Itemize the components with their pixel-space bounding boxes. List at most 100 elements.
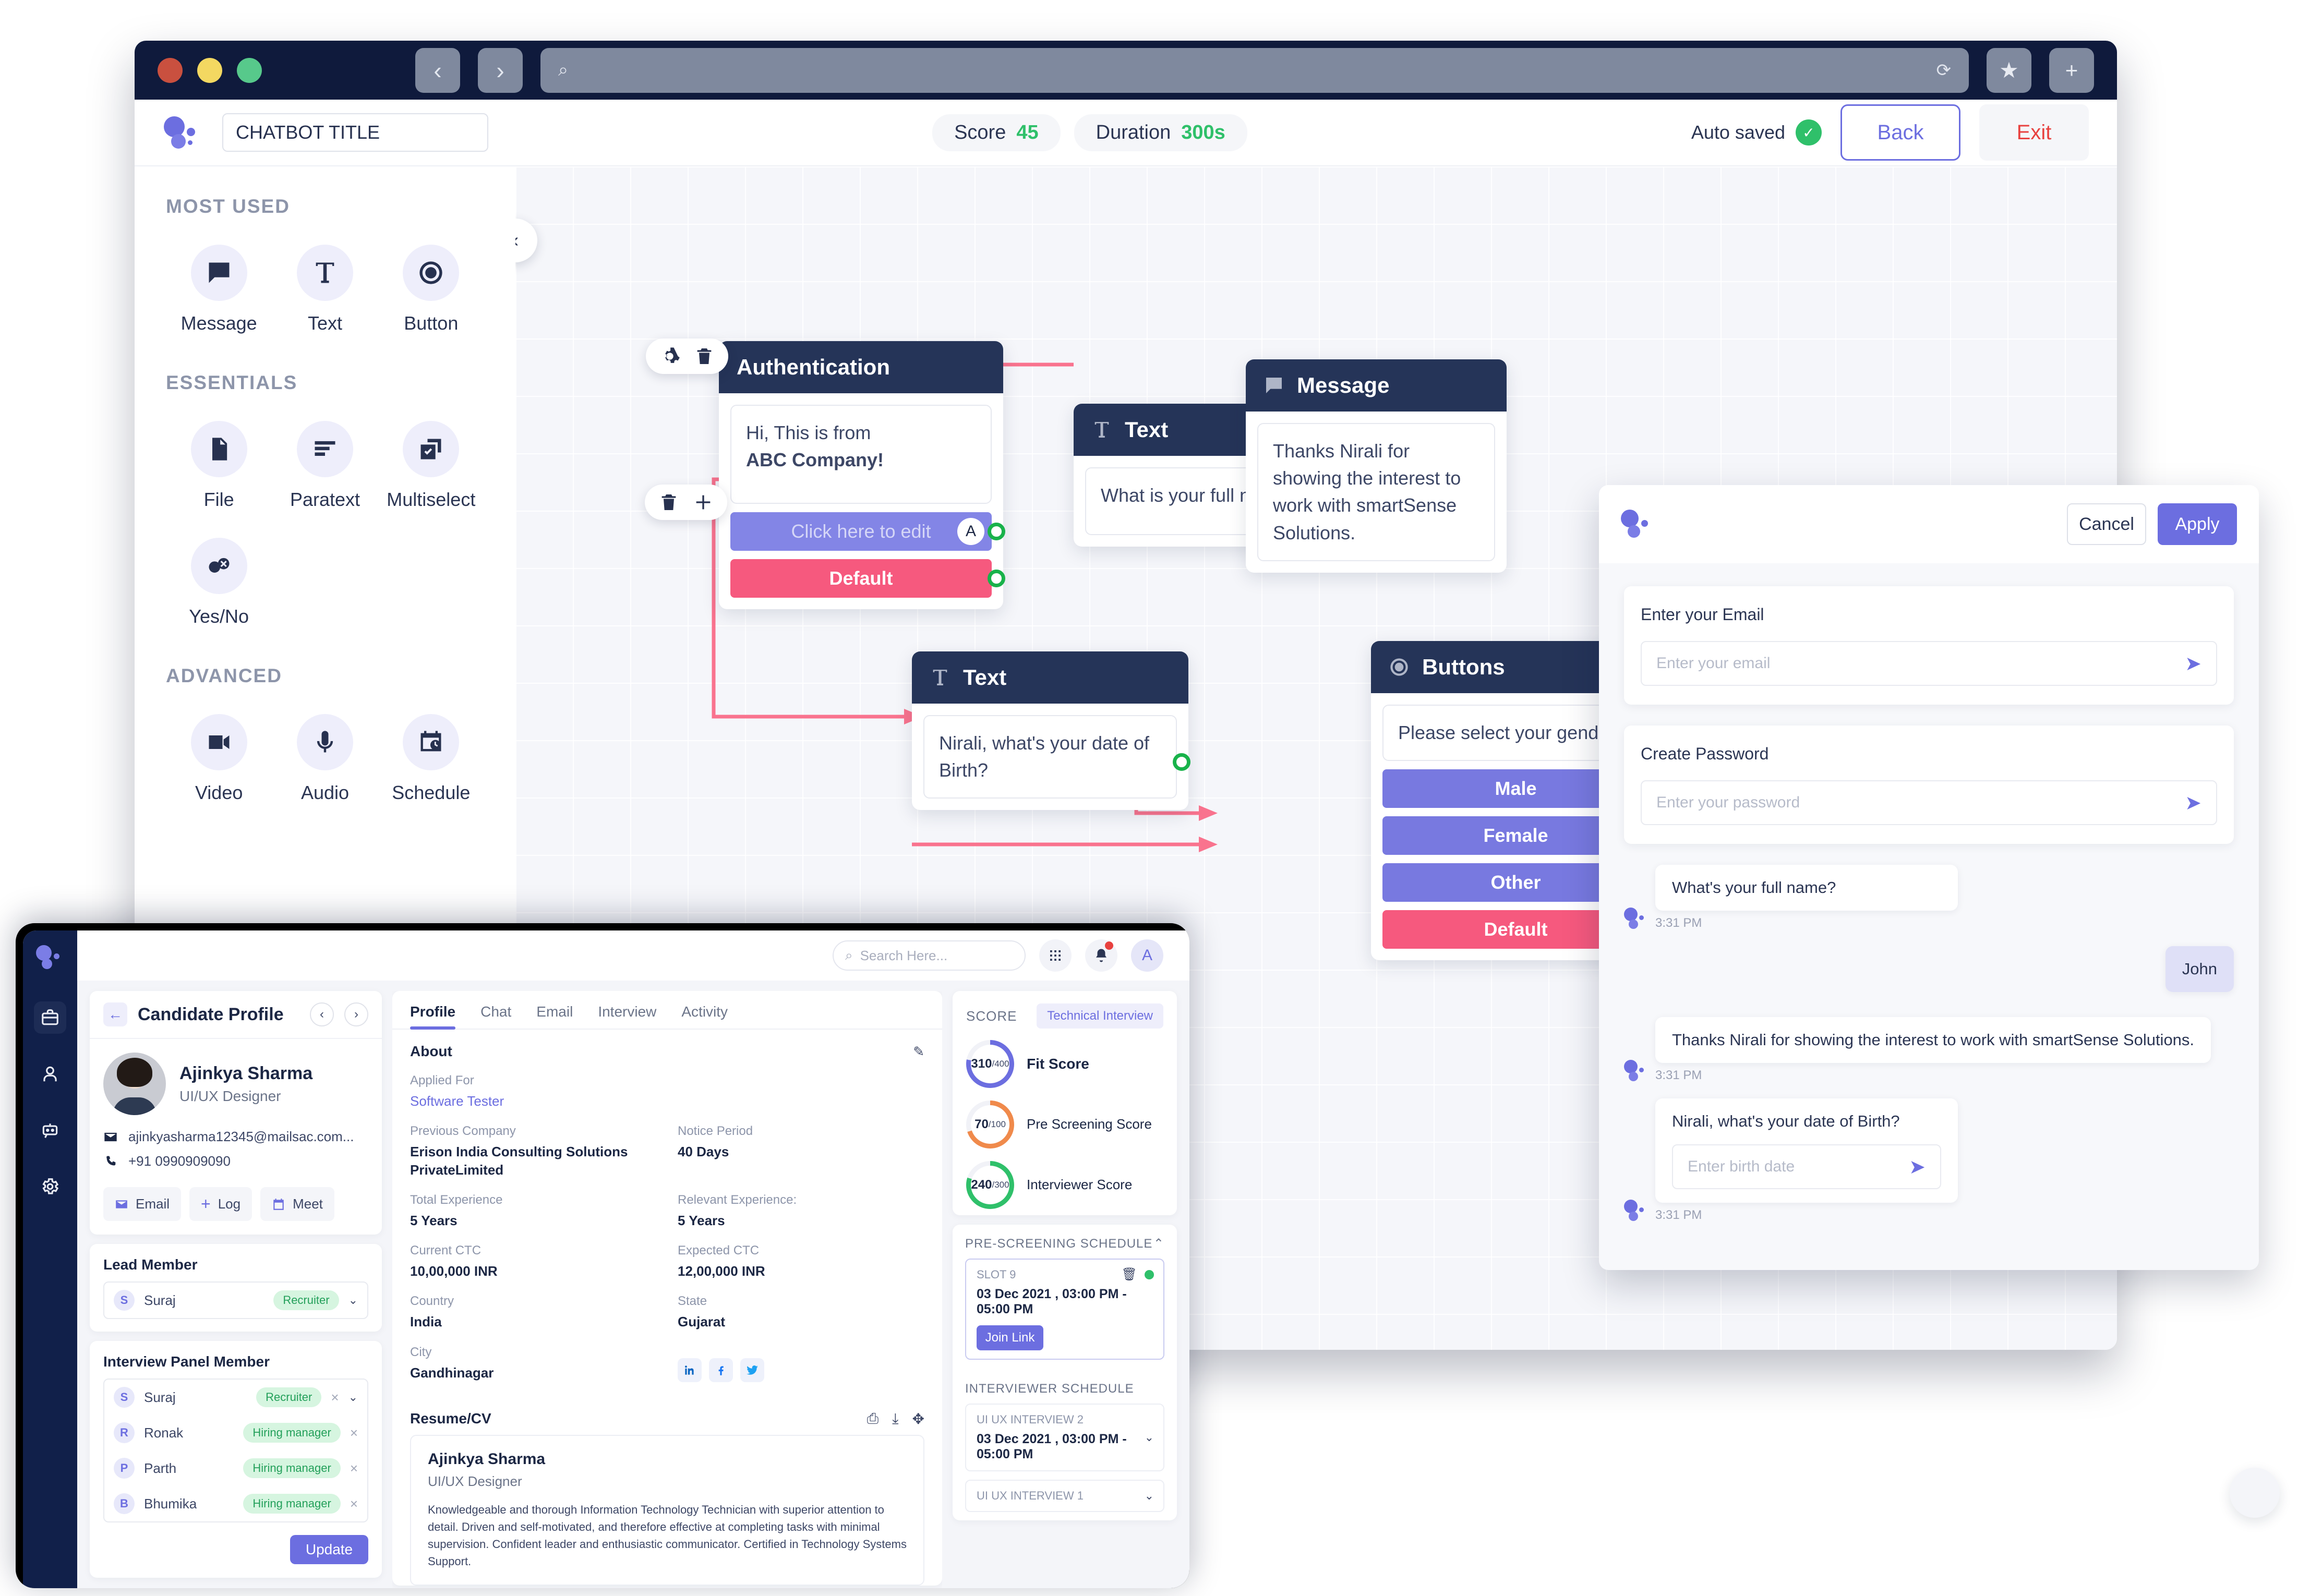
- update-button[interactable]: Update: [290, 1535, 368, 1564]
- node-toolbar-settings[interactable]: [646, 338, 728, 374]
- collapse-panel-button[interactable]: ‹: [515, 219, 537, 262]
- palette-item-label: Multiselect: [387, 489, 476, 510]
- palette-item-message[interactable]: Message: [166, 245, 272, 334]
- linkedin-icon[interactable]: [678, 1358, 702, 1382]
- chatbot-title-input[interactable]: [222, 113, 488, 152]
- back-button[interactable]: Back: [1840, 104, 1960, 161]
- apps-grid-button[interactable]: [1039, 939, 1072, 972]
- exit-button[interactable]: Exit: [1979, 104, 2089, 161]
- tab-profile[interactable]: Profile: [410, 1003, 456, 1030]
- birthdate-input[interactable]: Enter birth date ➤: [1672, 1144, 1941, 1189]
- rail-item-jobs[interactable]: [34, 1001, 66, 1034]
- join-link-button[interactable]: Join Link: [977, 1325, 1043, 1350]
- node-text-content[interactable]: Nirali, what's your date of Birth?: [923, 715, 1177, 799]
- notifications-button[interactable]: [1085, 939, 1117, 972]
- list-item[interactable]: B Bhumika Hiring manager ×: [104, 1486, 367, 1521]
- field-value[interactable]: Software Tester: [410, 1092, 657, 1110]
- palette-item-audio[interactable]: Audio: [272, 714, 378, 804]
- close-window-dot[interactable]: [158, 57, 183, 83]
- remove-icon[interactable]: ×: [350, 1496, 358, 1512]
- new-tab-plus-icon[interactable]: +: [2049, 47, 2094, 93]
- user-icon: [43, 1066, 57, 1082]
- tab-interview[interactable]: Interview: [598, 1003, 656, 1029]
- list-item[interactable]: P Parth Hiring manager ×: [104, 1450, 367, 1486]
- prescreening-header[interactable]: PRE-SCREENING SCHEDULE ⌃: [953, 1225, 1177, 1259]
- node-text-content[interactable]: Hi, This is from ABC Company!: [730, 405, 992, 504]
- rail-item-candidates[interactable]: [34, 1058, 66, 1090]
- palette-item-text[interactable]: Text: [272, 245, 378, 334]
- email-input[interactable]: Enter your email ➤: [1641, 641, 2217, 686]
- browser-back-button[interactable]: ‹: [415, 47, 460, 93]
- minimize-window-dot[interactable]: [197, 57, 222, 83]
- palette-item-yesno[interactable]: Yes/No: [166, 538, 272, 627]
- search-input[interactable]: ⌕ Search Here...: [833, 940, 1026, 971]
- twitter-icon[interactable]: [740, 1358, 764, 1382]
- cancel-button[interactable]: Cancel: [2067, 503, 2146, 545]
- palette-item-button[interactable]: Button: [378, 245, 484, 334]
- browser-url-bar[interactable]: ⌕ ⟳: [540, 47, 1969, 93]
- palette-item-multiselect[interactable]: Multiselect: [378, 421, 484, 511]
- send-icon[interactable]: ➤: [2185, 652, 2201, 675]
- reload-icon[interactable]: ⟳: [1936, 60, 1952, 81]
- browser-forward-button[interactable]: ›: [478, 47, 523, 93]
- remove-icon[interactable]: ×: [350, 1460, 358, 1477]
- node-text-content[interactable]: Thanks Nirali for showing the interest t…: [1257, 423, 1495, 561]
- chevron-down-icon[interactable]: ⌄: [348, 1391, 358, 1404]
- window-controls[interactable]: [158, 57, 262, 83]
- expand-icon[interactable]: ✥: [912, 1410, 924, 1428]
- tab-activity[interactable]: Activity: [681, 1003, 728, 1029]
- print-icon[interactable]: ⎙: [867, 1410, 879, 1428]
- node-authentication[interactable]: Authentication Hi, This is from ABC Compa…: [719, 341, 1005, 609]
- email-action-button[interactable]: Email: [103, 1187, 182, 1221]
- palette-item-file[interactable]: File: [166, 421, 272, 511]
- output-port[interactable]: [988, 570, 1005, 587]
- rail-item-settings[interactable]: [34, 1170, 66, 1203]
- node-option-edit[interactable]: Click here to edit A: [730, 512, 1005, 551]
- log-action-button[interactable]: + Log: [189, 1187, 252, 1221]
- palette-item-paratext[interactable]: Paratext: [272, 421, 378, 511]
- prescreening-slot[interactable]: 🗑 SLOT 9 03 Dec 2021 , 03:00 PM - 05:00 …: [965, 1259, 1164, 1360]
- tab-email[interactable]: Email: [536, 1003, 573, 1029]
- meet-action-button[interactable]: Meet: [260, 1187, 334, 1221]
- download-icon[interactable]: ⤓: [892, 1410, 898, 1428]
- back-arrow-icon[interactable]: ←: [103, 1002, 127, 1026]
- prev-candidate-button[interactable]: ‹: [310, 1002, 334, 1026]
- remove-icon[interactable]: ×: [331, 1389, 339, 1406]
- user-avatar[interactable]: A: [1131, 939, 1163, 972]
- chevron-down-icon[interactable]: ⌄: [1145, 1489, 1154, 1503]
- tab-chat[interactable]: Chat: [480, 1003, 511, 1029]
- send-icon[interactable]: ➤: [1909, 1155, 1926, 1179]
- interview-schedule-row[interactable]: UI UX INTERVIEW 1 ⌄: [965, 1480, 1164, 1512]
- edit-pencil-icon[interactable]: ✎: [913, 1044, 924, 1060]
- list-item[interactable]: S Suraj Recruiter ⌄: [104, 1283, 367, 1318]
- node-text-2[interactable]: Text Nirali, what's your date of Birth?: [912, 651, 1190, 811]
- interview-schedule-row[interactable]: UI UX INTERVIEW 2 03 Dec 2021 , 03:00 PM…: [965, 1404, 1164, 1471]
- output-port[interactable]: [1173, 753, 1190, 771]
- floating-action-button[interactable]: [2230, 1468, 2280, 1518]
- resume-preview: Ajinkya Sharma UI/UX Designer Knowledgea…: [410, 1434, 924, 1586]
- chevron-down-icon[interactable]: ⌄: [1145, 1431, 1154, 1444]
- node-message[interactable]: Message Thanks Nirali for showing the in…: [1246, 359, 1507, 573]
- palette-item-schedule[interactable]: Schedule: [378, 714, 484, 804]
- send-icon[interactable]: ➤: [2185, 791, 2201, 815]
- chevron-down-icon[interactable]: ⌄: [348, 1293, 358, 1307]
- field-value: 40 Days: [678, 1144, 729, 1160]
- output-port[interactable]: [988, 523, 1005, 540]
- node-toolbar-add[interactable]: [645, 485, 727, 520]
- trash-icon[interactable]: 🗑: [1122, 1267, 1137, 1282]
- interview-type-badge[interactable]: Technical Interview: [1037, 1003, 1163, 1029]
- node-option-default[interactable]: Default: [730, 559, 1005, 598]
- list-item[interactable]: R Ronak Hiring manager ×: [104, 1415, 367, 1450]
- palette-item-video[interactable]: Video: [166, 714, 272, 804]
- facebook-icon[interactable]: [709, 1358, 733, 1382]
- list-item[interactable]: S Suraj Recruiter × ⌄: [104, 1380, 367, 1415]
- bookmark-star-icon[interactable]: ★: [1987, 47, 2031, 93]
- password-input[interactable]: Enter your password ➤: [1641, 780, 2217, 825]
- chevron-up-icon[interactable]: ⌃: [1153, 1236, 1164, 1251]
- apply-button[interactable]: Apply: [2158, 503, 2237, 545]
- rail-item-bot[interactable]: [34, 1114, 66, 1146]
- remove-icon[interactable]: ×: [350, 1425, 358, 1441]
- next-candidate-button[interactable]: ›: [344, 1002, 368, 1026]
- chat-message-user: John: [1624, 946, 2234, 992]
- maximize-window-dot[interactable]: [237, 57, 262, 83]
